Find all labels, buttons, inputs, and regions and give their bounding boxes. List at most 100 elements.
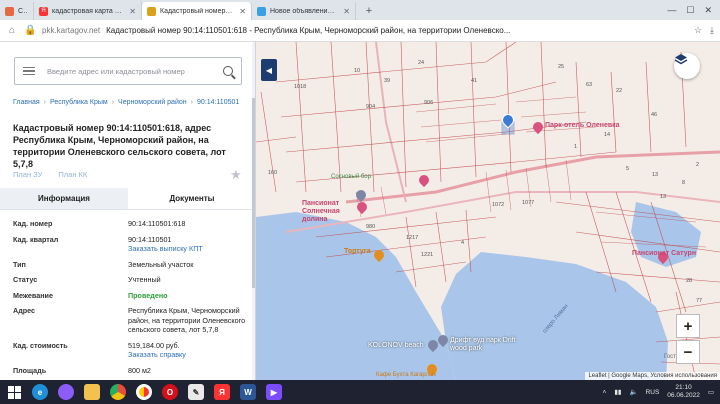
tab-information[interactable]: Информация (0, 188, 128, 209)
map-attribution[interactable]: Leaflet | Google Maps, Условия использов… (585, 372, 720, 380)
property-list: Кад. номер 90:14:110501:618 Кад. квартал… (13, 219, 248, 380)
clock[interactable]: 21:10 06.06.2022 (667, 384, 700, 400)
download-icon[interactable]: ⤓ (710, 25, 714, 36)
map-label-tortuga[interactable]: Тортуга (344, 248, 371, 255)
property-row: Кад. квартал 90:14:110501 Заказать выпис… (13, 235, 248, 254)
search-box[interactable]: Введите адрес или кадастровый номер (14, 57, 242, 85)
info-panel: Введите адрес или кадастровый номер Глав… (0, 42, 256, 380)
star-icon[interactable]: ★ (230, 167, 242, 183)
property-row: Межевание Проведено (13, 291, 248, 301)
map-label-cafe[interactable]: Кафе Бухта Кагарлык (376, 372, 436, 378)
alice-icon[interactable] (58, 384, 74, 400)
property-row: Статус Учтенный (13, 275, 248, 285)
search-input[interactable]: Введите адрес или кадастровый номер (47, 67, 211, 76)
order-kpt-link[interactable]: Заказать выписку КПТ (128, 244, 248, 254)
notifications-icon[interactable]: ▭ (708, 388, 714, 396)
collapse-panel-button[interactable]: ◀ (261, 59, 277, 81)
zoom-in-button[interactable]: + (676, 314, 700, 338)
parcel-number: 39 (384, 78, 391, 84)
map-label-pansionat-satur[interactable]: Пансионат Сатурн (632, 250, 696, 257)
plan-links: План ЗУ План КК (13, 170, 87, 179)
parcel-number: 1077 (522, 200, 535, 206)
tab-documents[interactable]: Документы (128, 188, 255, 209)
breadcrumb-item[interactable]: Главная (13, 99, 40, 106)
parcel-number: 46 (651, 112, 658, 118)
close-icon[interactable]: ✕ (239, 7, 246, 16)
parcel-number: 10 (354, 68, 361, 74)
map-label-kolonov[interactable]: KOLONOV beach (368, 342, 424, 349)
parcel-number: 1221 (421, 252, 434, 258)
property-row: Кад. стоимость 519,184.00 руб. Заказать … (13, 341, 248, 360)
tab-label: кадастровая карта крым (52, 7, 123, 15)
browser-tab[interactable]: Я кадастровая карта крым ✕ (34, 2, 142, 20)
map-view[interactable]: ◀ Парк-отель Оленевка Сосновый бор Панси… (256, 42, 720, 380)
tab-label: Сеть (18, 7, 28, 15)
breadcrumb-item[interactable]: Черноморский район (118, 99, 187, 106)
property-value: Проведено (128, 290, 168, 300)
property-label: Статус (13, 275, 38, 284)
lock-icon[interactable]: 🔒 (24, 25, 36, 36)
close-window-icon[interactable]: ✕ (704, 5, 712, 16)
zoom-out-button[interactable]: − (676, 340, 700, 364)
parcel-number: 1 (574, 144, 578, 150)
tab-label: Кадастровый номер 90 (160, 7, 234, 15)
system-tray: ˄ ▮▮ 🔈 RUS 21:10 06.06.2022 ▭ (603, 384, 714, 400)
grid-icon (5, 6, 14, 16)
parcel-number: 28 (686, 278, 693, 284)
property-value: Учтенный (128, 275, 161, 284)
order-certificate-link[interactable]: Заказать справку (128, 350, 248, 360)
map-label-pansionat-solnechnaya[interactable]: Пансионат Солнечная долина (302, 200, 354, 224)
plan-zu-link[interactable]: План ЗУ (13, 170, 42, 179)
yandex-browser-icon[interactable] (136, 384, 152, 400)
home-icon[interactable]: ⌂ (6, 25, 18, 36)
search-icon[interactable] (223, 66, 233, 76)
parcel-number: 24 (418, 60, 425, 66)
network-icon[interactable]: ▮▮ (614, 388, 621, 396)
close-icon[interactable]: ✕ (129, 7, 136, 16)
menu-icon[interactable] (23, 66, 35, 76)
layers-button[interactable] (674, 53, 700, 79)
edge-icon[interactable]: e (32, 384, 48, 400)
bookmark-icon[interactable]: ☆ (694, 25, 702, 36)
paint-icon[interactable]: ✎ (188, 384, 204, 400)
page-title: Кадастровый номер 90:14:110501:618, адре… (13, 123, 226, 169)
minimize-icon[interactable]: — (667, 5, 676, 15)
parcel-number: 906 (424, 100, 434, 106)
yandex-icon[interactable]: Я (214, 384, 230, 400)
chevron-up-icon[interactable]: ˄ (603, 389, 607, 396)
avito-icon (257, 6, 266, 16)
map-label-park-hotel[interactable]: Парк-отель Оленевка (545, 122, 620, 129)
taskbar: e O ✎ Я W ▶ ˄ ▮▮ 🔈 RUS 21:10 06.06.2022 … (0, 380, 720, 404)
explorer-icon[interactable] (84, 384, 100, 400)
plan-kk-link[interactable]: План КК (58, 170, 87, 179)
maximize-icon[interactable]: ☐ (686, 5, 694, 16)
parcel-number: 1072 (492, 202, 505, 208)
property-label: Кад. номер (13, 219, 53, 228)
map-label-drift[interactable]: Дрифт вуд парк Drift wood park (450, 337, 520, 353)
start-icon[interactable] (6, 384, 22, 400)
property-label: Тип (13, 259, 26, 269)
property-label: Межевание (13, 290, 53, 300)
breadcrumb-item[interactable]: 90:14:110501 (197, 99, 239, 106)
chrome-icon[interactable] (110, 384, 126, 400)
url-domain[interactable]: pkk.kartagov.net (42, 26, 100, 35)
media-icon[interactable]: ▶ (266, 384, 282, 400)
parcel-number: 160 (268, 170, 278, 176)
breadcrumb-item[interactable]: Республика Крым (50, 99, 108, 106)
parcel-number: 5 (626, 166, 630, 172)
clock-time: 21:10 (675, 384, 692, 391)
word-icon[interactable]: W (240, 384, 256, 400)
property-value: Республика Крым, Черноморский район, на … (128, 306, 246, 334)
browser-tab[interactable]: Новое объявление — Ob ✕ (252, 2, 356, 20)
new-tab-button[interactable]: + (360, 2, 378, 20)
parcel-number: 4 (461, 240, 465, 246)
language-indicator[interactable]: RUS (646, 389, 660, 396)
property-value: 519,184.00 руб. Заказать справку (128, 341, 248, 360)
volume-icon[interactable]: 🔈 (629, 388, 637, 396)
url-page-title[interactable]: Кадастровый номер 90:14:110501:618 - Рес… (106, 26, 688, 35)
opera-icon[interactable]: O (162, 384, 178, 400)
browser-tab[interactable]: Сеть (0, 2, 34, 20)
browser-tab[interactable]: Кадастровый номер 90 ✕ (142, 2, 252, 20)
parcel-number: 77 (696, 298, 703, 304)
close-icon[interactable]: ✕ (343, 7, 350, 16)
